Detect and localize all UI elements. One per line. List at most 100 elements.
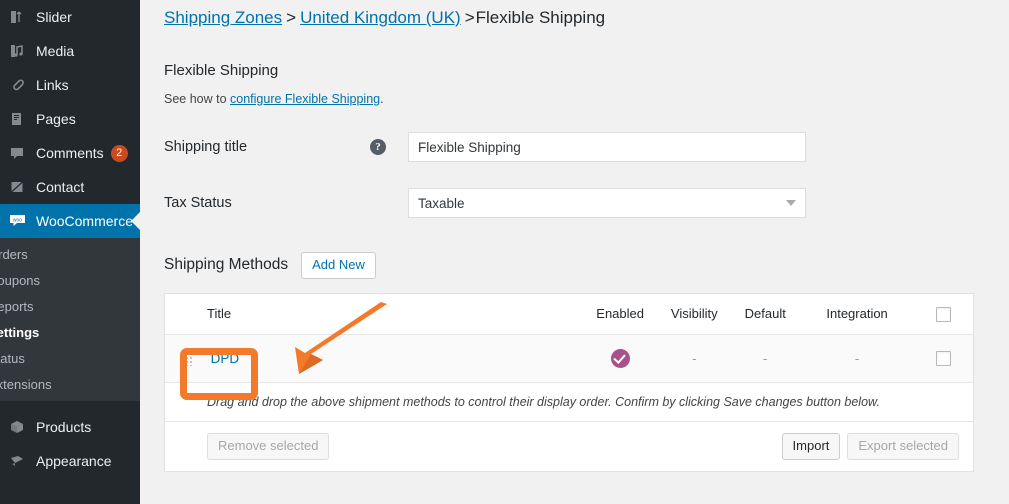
sidebar-item-label: Links <box>36 77 69 93</box>
tax-status-select[interactable]: Taxable <box>408 188 806 218</box>
submenu-item-extensions[interactable]: Extensions <box>0 371 140 397</box>
breadcrumb-current: Flexible Shipping <box>475 8 606 27</box>
select-all-checkbox[interactable] <box>936 306 952 322</box>
chevron-down-icon <box>786 200 796 206</box>
contact-icon <box>6 177 28 197</box>
pages-icon <box>6 109 28 129</box>
submenu-item-status[interactable]: Status <box>0 345 140 371</box>
visibility-value: - <box>692 350 697 366</box>
column-header-enabled: Enabled <box>582 293 658 335</box>
column-header-select-all <box>914 293 973 335</box>
comments-count-badge: 2 <box>110 144 128 162</box>
appearance-icon <box>6 451 28 471</box>
cell-visibility: - <box>657 334 731 383</box>
sidebar-item-label: Slider <box>36 9 72 25</box>
sidebar-item-label: Appearance <box>36 453 112 469</box>
sidebar-item-comments[interactable]: Comments 2 <box>0 136 140 170</box>
shipping-methods-title: Shipping Methods <box>164 256 289 274</box>
enabled-check-icon <box>610 348 630 368</box>
shipping-title-row: Shipping title ? <box>164 132 995 162</box>
woocommerce-submenu: Orders Coupons Reports Settings Status E… <box>0 238 140 401</box>
column-header-visibility: Visibility <box>657 293 731 335</box>
cell-enabled <box>582 334 658 383</box>
main-content: Shipping Zones > United Kingdom (UK) >Flexi… <box>140 0 1009 504</box>
sidebar-item-appearance[interactable]: Appearance <box>0 444 140 478</box>
submenu-item-orders[interactable]: Orders <box>0 241 140 267</box>
configure-flexible-shipping-link[interactable]: configure Flexible Shipping <box>230 92 380 106</box>
description-prefix: See how to <box>164 92 231 106</box>
links-icon <box>6 75 28 95</box>
admin-sidebar: Slider Media Links Pages Comments 2 Cont… <box>0 0 140 504</box>
submenu-item-label: Reports <box>0 298 34 314</box>
table-header-row: Title Enabled Visibility Default Integra… <box>165 293 973 335</box>
breadcrumb: Shipping Zones > United Kingdom (UK) >Flexi… <box>164 0 995 28</box>
breadcrumb-link-shipping-zones[interactable]: Shipping Zones <box>164 8 282 27</box>
wordpress-admin-screen: Slider Media Links Pages Comments 2 Cont… <box>0 0 1009 504</box>
breadcrumb-separator: > <box>464 8 475 27</box>
submenu-item-label: Extensions <box>0 376 52 392</box>
products-icon <box>6 417 28 437</box>
tax-status-value: Taxable <box>418 195 465 211</box>
woocommerce-icon: woo <box>6 211 28 231</box>
svg-text:woo: woo <box>12 217 21 223</box>
submenu-item-label: Status <box>0 350 25 366</box>
breadcrumb-separator: > <box>286 8 297 27</box>
shipping-title-input[interactable] <box>408 132 806 162</box>
sidebar-item-woocommerce[interactable]: woo WooCommerce <box>0 204 140 238</box>
default-value: - <box>763 350 768 366</box>
active-pointer-icon <box>131 212 140 230</box>
shipping-methods-table: Title Enabled Visibility Default Integra… <box>165 293 973 383</box>
table-footer: Remove selected Import Export selected <box>165 421 973 471</box>
column-header-default: Default <box>730 293 800 335</box>
submenu-item-label: Coupons <box>0 272 41 288</box>
sidebar-item-label: Pages <box>36 111 76 127</box>
integration-value: - <box>854 350 860 366</box>
shipping-methods-table-card: Title Enabled Visibility Default Integra… <box>164 292 974 472</box>
page-description: See how to configure Flexible Shipping. <box>164 92 995 106</box>
cell-integration: - <box>799 334 915 383</box>
help-icon[interactable]: ? <box>370 139 386 155</box>
footer-right-actions: Import Export selected <box>781 432 959 460</box>
sidebar-item-links[interactable]: Links <box>0 68 140 102</box>
row-checkbox[interactable] <box>936 351 952 367</box>
drag-handle-icon[interactable] <box>185 352 193 367</box>
sidebar-item-media[interactable]: Media <box>0 34 140 68</box>
submenu-item-settings[interactable]: Settings <box>0 319 140 345</box>
shipping-method-link-dpd[interactable]: DPD <box>211 351 240 366</box>
tax-status-row: Tax Status Taxable <box>164 188 995 218</box>
add-new-button[interactable]: Add New <box>301 252 376 279</box>
sidebar-item-label: Media <box>36 43 75 59</box>
column-header-title: Title <box>165 293 583 335</box>
sidebar-item-pages[interactable]: Pages <box>0 102 140 136</box>
sidebar-item-slider[interactable]: Slider <box>0 0 140 34</box>
shipping-title-label: Shipping title <box>164 139 248 155</box>
submenu-item-coupons[interactable]: Coupons <box>0 267 140 293</box>
slider-icon <box>6 7 28 27</box>
remove-selected-button[interactable]: Remove selected <box>207 432 330 460</box>
sidebar-item-label: Contact <box>36 179 85 195</box>
shipping-methods-header: Shipping Methods Add New <box>164 252 995 279</box>
sidebar-item-label: WooCommerce <box>36 213 133 229</box>
submenu-item-label: Settings <box>0 324 40 340</box>
column-header-integration: Integration <box>799 293 915 335</box>
import-button[interactable]: Import <box>781 432 841 460</box>
tax-status-label: Tax Status <box>164 195 232 211</box>
cell-title: DPD <box>165 334 583 383</box>
sidebar-item-products[interactable]: Products <box>0 410 140 444</box>
breadcrumb-link-united-kingdom[interactable]: United Kingdom (UK) <box>300 8 461 27</box>
table-row: DPD - - - <box>165 334 973 383</box>
submenu-item-label: Orders <box>0 246 28 262</box>
sidebar-item-label: Comments <box>36 145 104 161</box>
submenu-item-reports[interactable]: Reports <box>0 293 140 319</box>
sidebar-item-contact[interactable]: Contact <box>0 170 140 204</box>
cell-checkbox <box>914 334 973 383</box>
export-selected-button[interactable]: Export selected <box>847 432 959 460</box>
media-icon <box>6 41 28 61</box>
description-suffix: . <box>380 92 384 106</box>
page-title: Flexible Shipping <box>164 62 279 79</box>
cell-default: - <box>730 334 800 383</box>
sidebar-divider <box>0 401 140 410</box>
sidebar-item-label: Products <box>36 419 92 435</box>
drag-and-drop-note: Drag and drop the above shipment methods… <box>165 382 973 422</box>
comments-icon <box>6 143 28 163</box>
